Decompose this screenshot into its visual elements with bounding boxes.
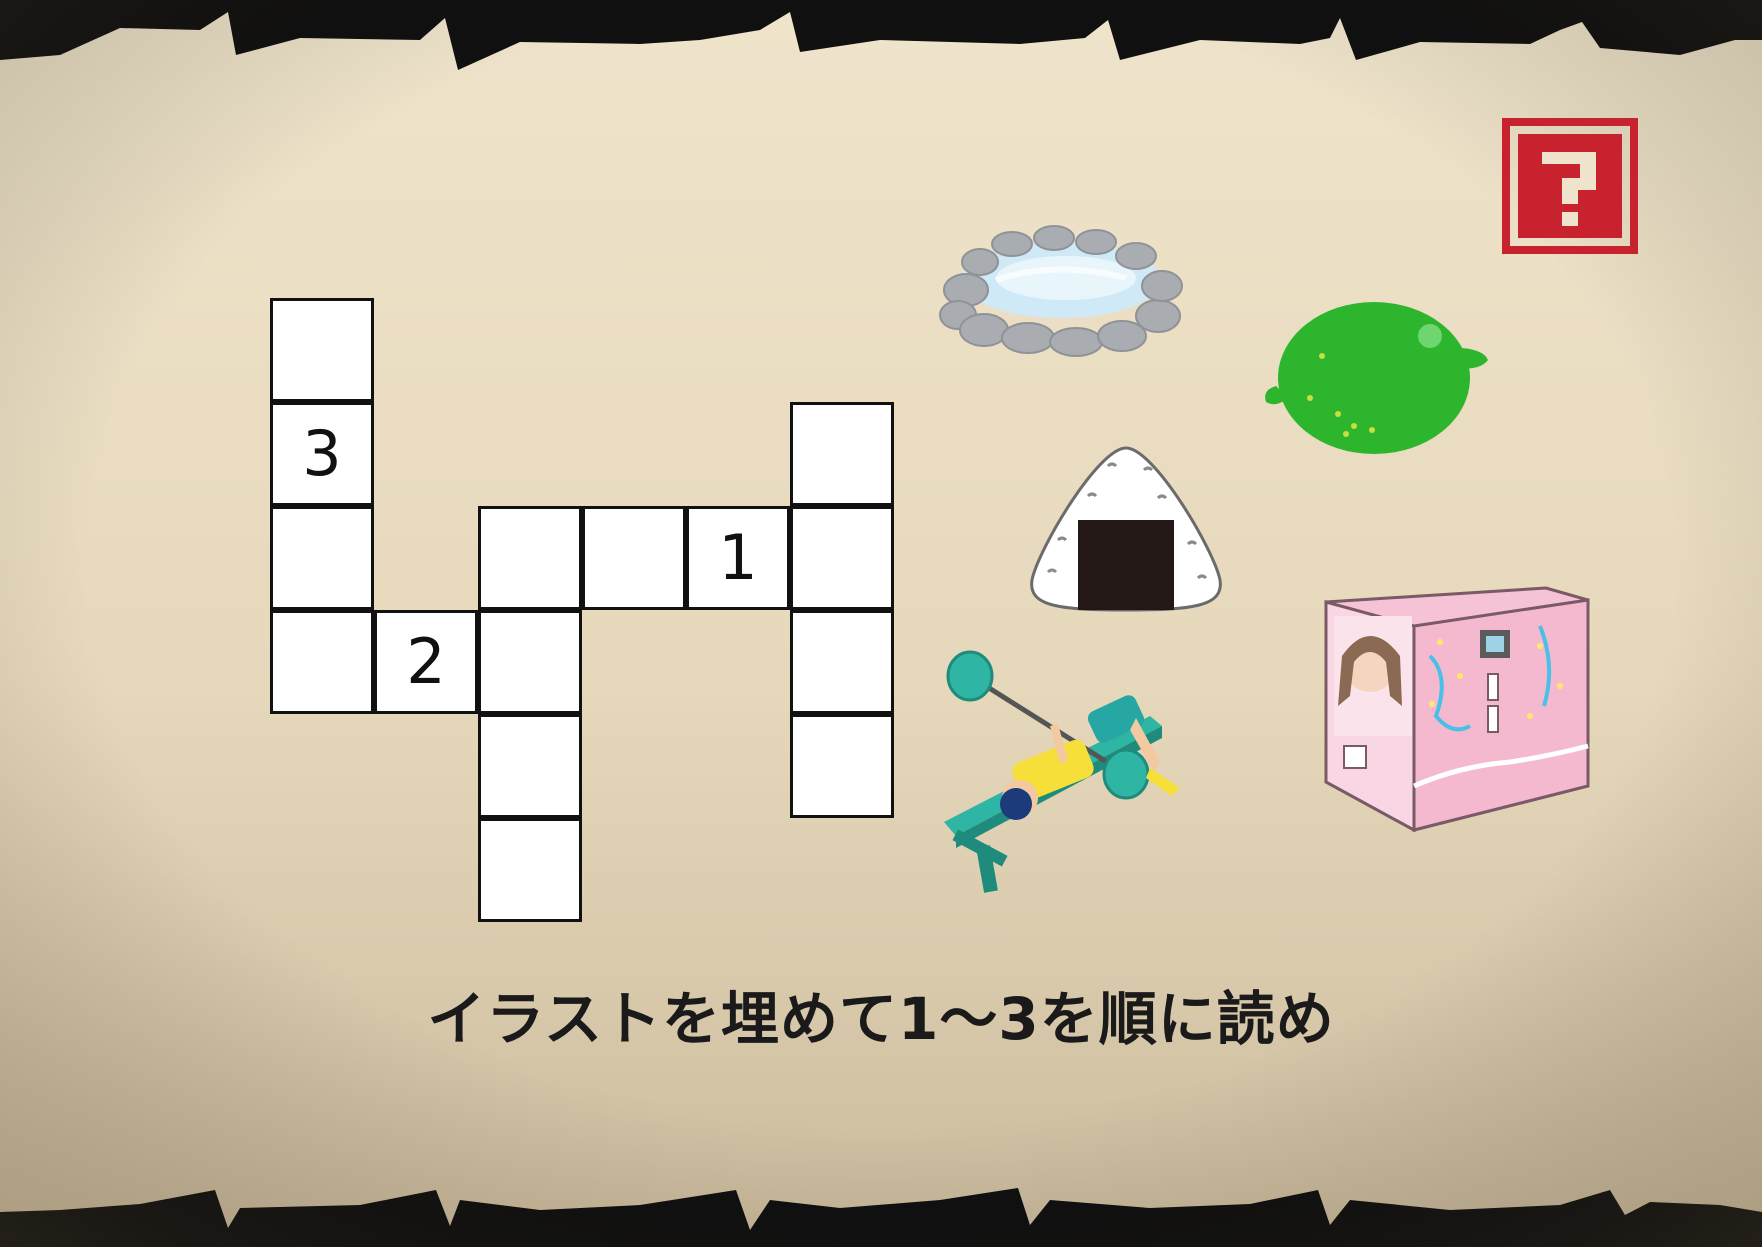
puzzle-stage: 3 2 1 イラストを埋めて1〜3を順に読め bbox=[0, 0, 1762, 1247]
grid-cell[interactable] bbox=[478, 714, 582, 818]
hot-spring-icon bbox=[939, 225, 1183, 357]
cell-number: 3 bbox=[302, 417, 342, 490]
grid-cell-1[interactable]: 1 bbox=[686, 506, 790, 610]
grid-cell[interactable] bbox=[270, 610, 374, 714]
lime-icon bbox=[1265, 302, 1488, 454]
grid-cell[interactable] bbox=[790, 402, 894, 506]
grid-cell[interactable] bbox=[270, 506, 374, 610]
grid-cell[interactable] bbox=[478, 610, 582, 714]
grid-cell[interactable] bbox=[790, 610, 894, 714]
grid-cell-3[interactable]: 3 bbox=[270, 402, 374, 506]
vending-machine-icon bbox=[1324, 586, 1590, 832]
grid-cell[interactable] bbox=[582, 506, 686, 610]
bench-press-icon bbox=[944, 650, 1180, 893]
grid-cell[interactable] bbox=[270, 298, 374, 402]
grid-cell[interactable] bbox=[790, 714, 894, 818]
onigiri-icon bbox=[1030, 446, 1222, 612]
grid-cell[interactable] bbox=[790, 506, 894, 610]
cell-number: 1 bbox=[718, 521, 758, 594]
grid-cell[interactable] bbox=[478, 506, 582, 610]
grid-cell-2[interactable]: 2 bbox=[374, 610, 478, 714]
instruction-text: イラストを埋めて1〜3を順に読め bbox=[427, 985, 1335, 1053]
grid-cell[interactable] bbox=[478, 818, 582, 922]
cell-number: 2 bbox=[406, 625, 446, 698]
question-mark-badge-icon bbox=[1502, 118, 1638, 254]
